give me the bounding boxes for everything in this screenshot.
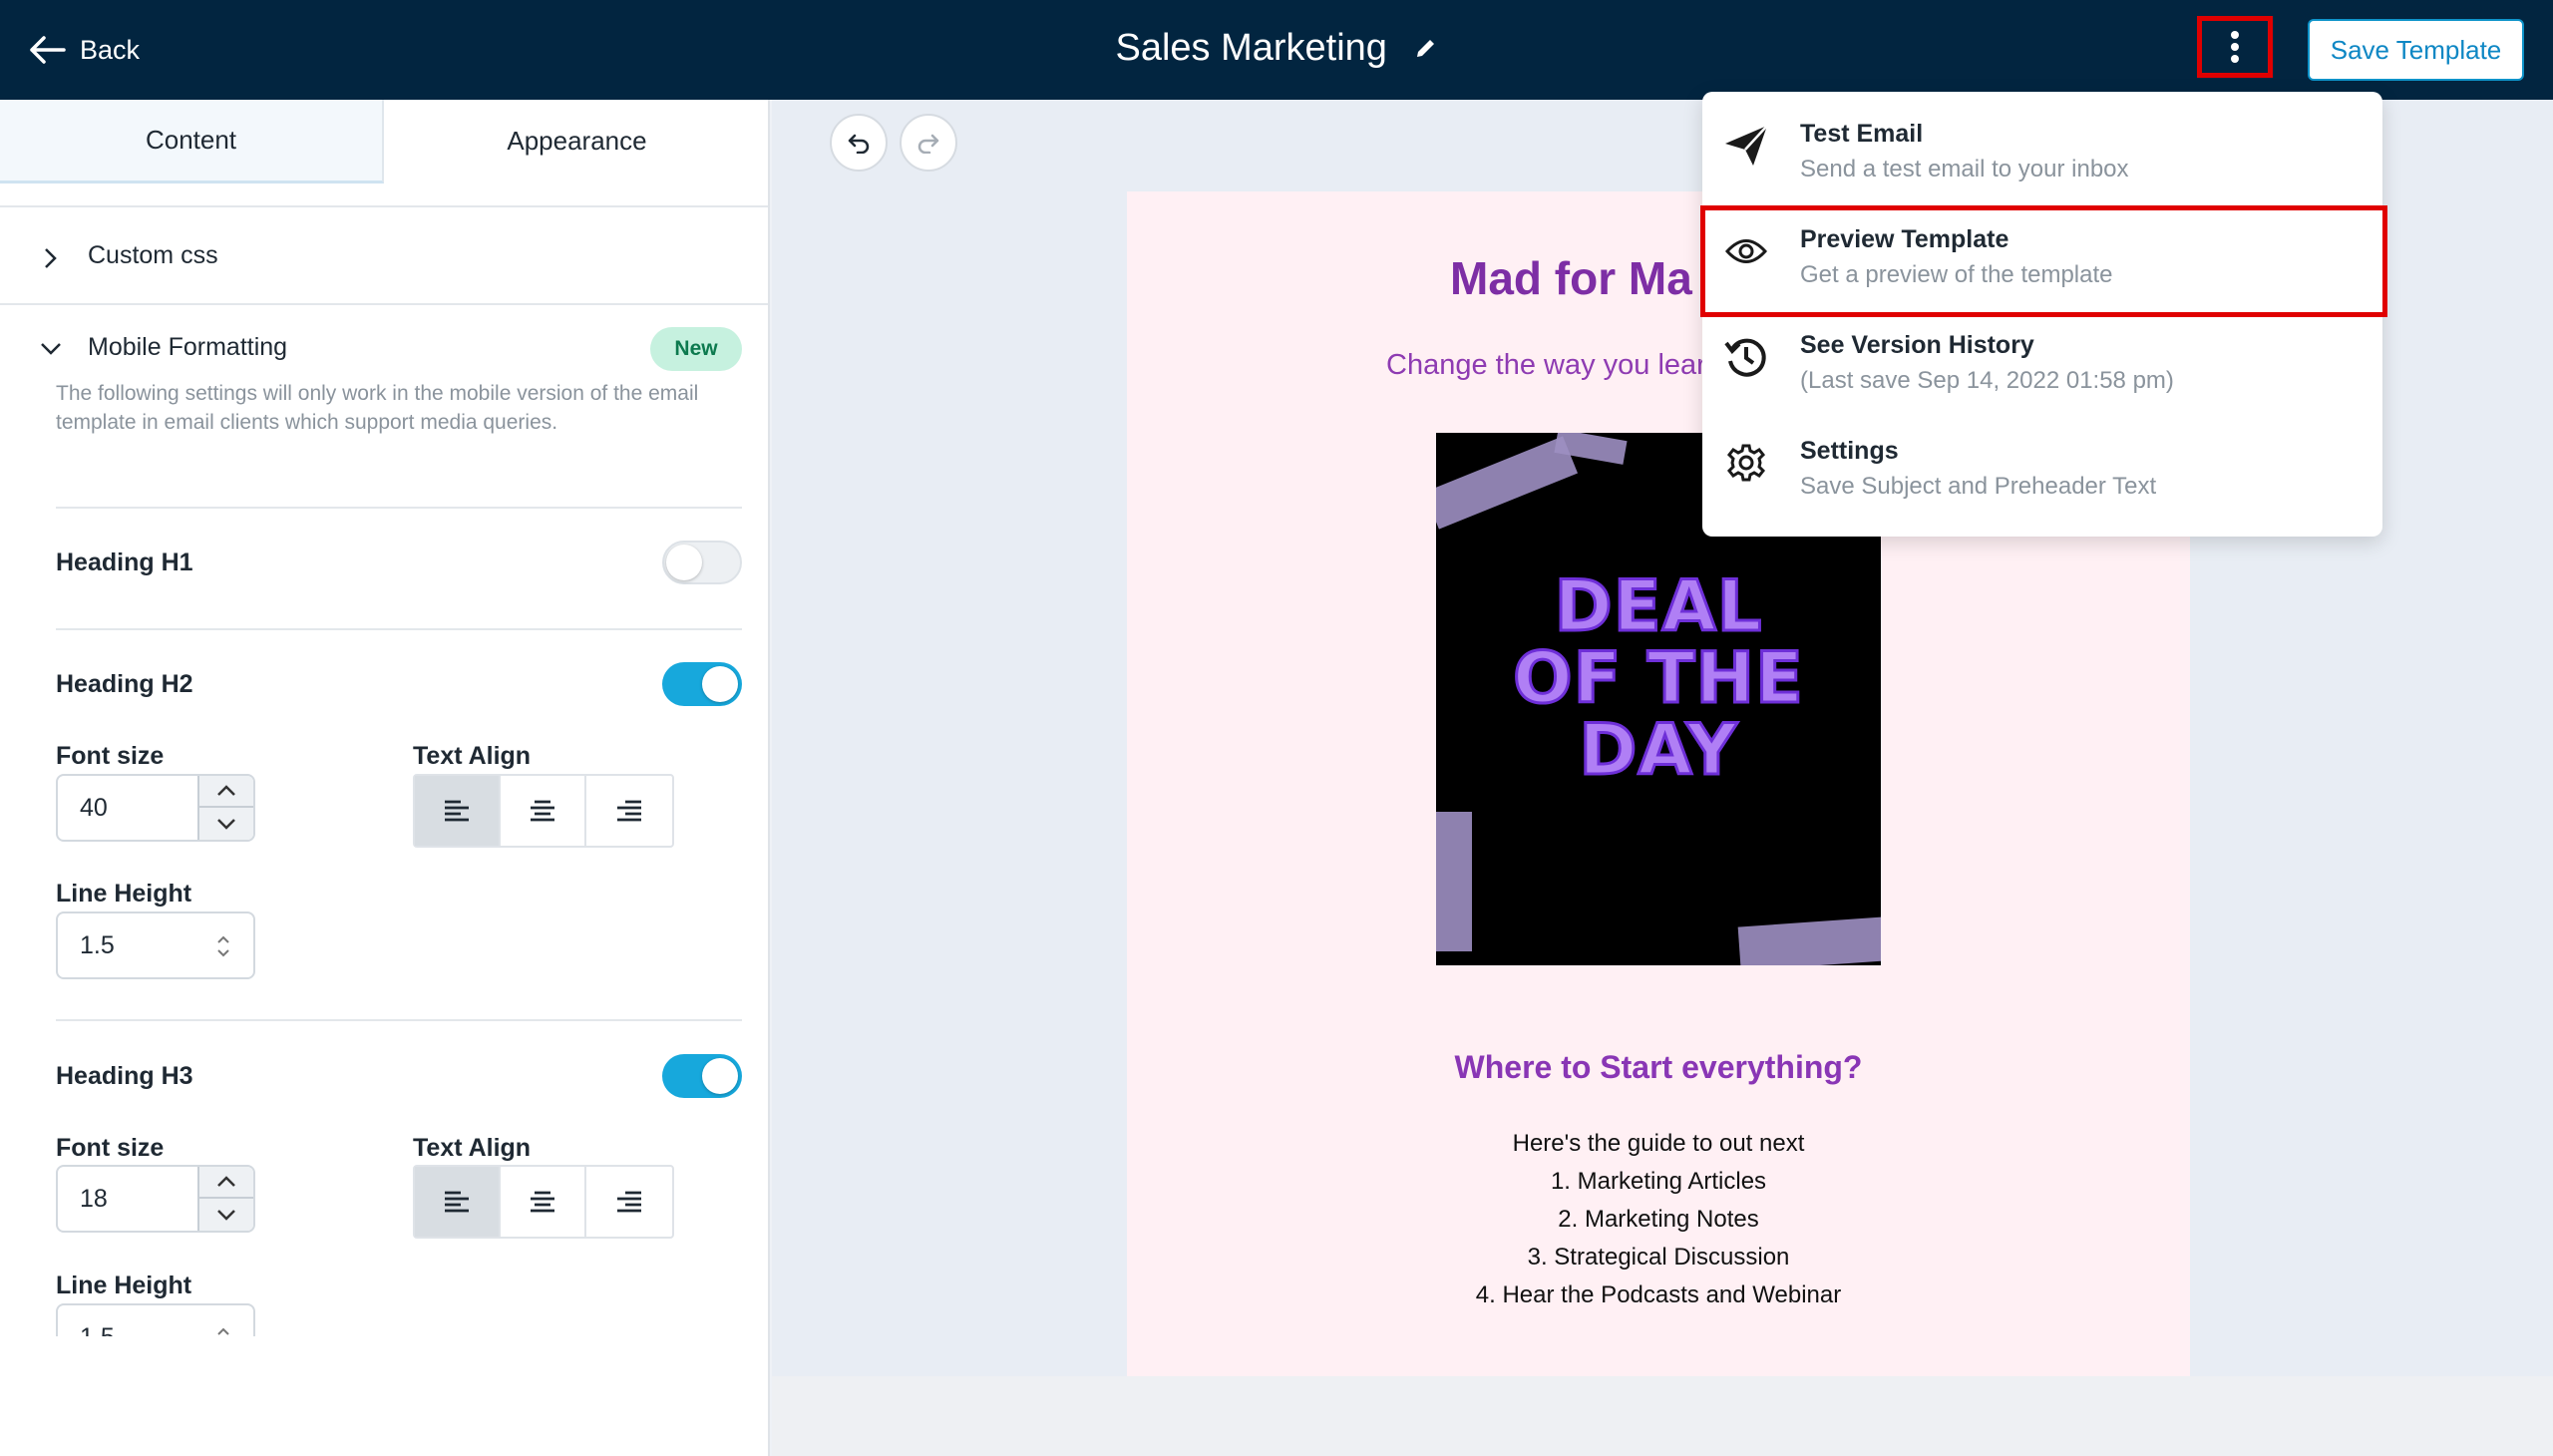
increment-button[interactable] xyxy=(199,1167,253,1199)
menu-item-version-history[interactable]: See Version History (Last save Sep 14, 2… xyxy=(1702,303,2382,409)
align-center-icon xyxy=(531,800,554,822)
redo-icon xyxy=(917,134,939,154)
deal-line-1: DEAL xyxy=(1553,565,1763,647)
mobile-formatting-description: The following settings will only work in… xyxy=(56,382,699,434)
h3-font-size-value[interactable]: 18 xyxy=(80,1185,108,1214)
email-heading[interactable]: Where to Start everything? xyxy=(1127,1049,2190,1086)
list-item: 1. Marketing Articles xyxy=(1550,1168,1767,1195)
more-options-button[interactable] xyxy=(2197,16,2273,78)
paper-plane-icon xyxy=(1722,122,1770,170)
menu-item-test-email[interactable]: Test Email Send a test email to your inb… xyxy=(1702,92,2382,197)
tape-decoration xyxy=(1436,812,1472,951)
heading-h1-toggle[interactable] xyxy=(662,541,742,584)
email-title[interactable]: Mad for Ma xyxy=(1450,251,1692,305)
h2-line-height-label: Line Height xyxy=(56,880,192,908)
menu-item-title: See Version History xyxy=(1800,331,2034,359)
redo-button[interactable] xyxy=(900,114,957,172)
email-list[interactable]: Here's the guide to out next 1. Marketin… xyxy=(1127,1125,2190,1314)
h3-text-align-group xyxy=(413,1165,674,1239)
custom-css-section[interactable]: Custom css xyxy=(0,209,768,305)
h3-font-size-label: Font size xyxy=(56,1134,165,1162)
canvas-footer xyxy=(772,1376,2553,1456)
undo-button[interactable] xyxy=(830,114,888,172)
email-subtitle[interactable]: Change the way you lear xyxy=(1386,349,1706,382)
custom-css-label: Custom css xyxy=(88,241,218,269)
chevron-down-icon[interactable] xyxy=(38,339,64,359)
heading-h2-toggle[interactable] xyxy=(662,662,742,706)
tape-decoration xyxy=(1737,915,1881,965)
heading-h3-label: Heading H3 xyxy=(56,1062,193,1090)
chevron-up-icon xyxy=(217,785,235,796)
h2-text-align-label: Text Align xyxy=(413,742,532,770)
list-item: 3. Strategical Discussion xyxy=(1527,1244,1790,1271)
heading-h2-label: Heading H2 xyxy=(56,670,193,698)
align-right-icon xyxy=(617,1191,641,1213)
align-right-icon xyxy=(617,800,641,822)
top-bar: Back Sales Marketing Save Template xyxy=(0,0,2553,100)
increment-button[interactable] xyxy=(199,776,253,808)
h3-text-align-label: Text Align xyxy=(413,1134,532,1162)
h3-line-height-label: Line Height xyxy=(56,1272,192,1299)
chevron-up-icon xyxy=(217,1176,235,1187)
edit-title-icon[interactable] xyxy=(1414,27,1438,70)
undo-icon xyxy=(848,134,870,154)
h2-line-height-input[interactable]: 1.5 xyxy=(56,911,255,979)
list-intro: Here's the guide to out next xyxy=(1512,1130,1805,1157)
template-title-wrap: Sales Marketing xyxy=(0,26,2553,70)
menu-item-subtitle: Save Subject and Preheader Text xyxy=(1800,473,2157,500)
h3-line-height-input[interactable]: 1.5 xyxy=(56,1303,255,1336)
spinner-icon[interactable] xyxy=(215,933,231,959)
tab-appearance[interactable]: Appearance xyxy=(385,100,768,182)
menu-item-subtitle: (Last save Sep 14, 2022 01:58 pm) xyxy=(1800,367,2174,394)
menu-item-title: Settings xyxy=(1800,437,1899,465)
h2-text-align-group xyxy=(413,774,674,848)
tab-content[interactable]: Content xyxy=(0,100,384,183)
h3-font-size-stepper[interactable]: 18 xyxy=(56,1165,255,1233)
divider xyxy=(56,507,742,509)
h3-line-height-value[interactable]: 1.5 xyxy=(80,1323,115,1336)
menu-item-settings[interactable]: Settings Save Subject and Preheader Text xyxy=(1702,409,2382,515)
divider xyxy=(56,628,742,630)
align-center-button[interactable] xyxy=(501,1167,586,1237)
heading-h1-label: Heading H1 xyxy=(56,548,193,576)
h2-font-size-value[interactable]: 40 xyxy=(80,794,108,823)
history-icon xyxy=(1722,333,1770,381)
align-left-icon xyxy=(445,800,469,822)
spinner-icon[interactable] xyxy=(215,1325,231,1336)
deal-line-2: OF THE xyxy=(1512,637,1805,719)
align-left-button[interactable] xyxy=(415,776,501,846)
save-template-button[interactable]: Save Template xyxy=(2308,19,2524,81)
heading-h3-toggle[interactable] xyxy=(662,1054,742,1098)
menu-item-title: Test Email xyxy=(1800,120,1924,148)
preview-template-highlight xyxy=(1700,205,2387,317)
chevron-right-icon xyxy=(45,248,57,268)
deal-line-3: DAY xyxy=(1578,709,1738,791)
settings-panel: Content Appearance Custom css Mobile For… xyxy=(0,100,770,1456)
h3-line-height-clip: 1.5 xyxy=(0,1301,768,1336)
chevron-down-icon xyxy=(217,1210,235,1221)
new-badge: New xyxy=(650,327,742,371)
align-right-button[interactable] xyxy=(586,776,672,846)
template-title: Sales Marketing xyxy=(1115,27,1387,70)
h2-font-size-label: Font size xyxy=(56,742,165,770)
menu-item-subtitle: Send a test email to your inbox xyxy=(1800,156,2129,182)
mobile-formatting-label[interactable]: Mobile Formatting xyxy=(88,333,287,362)
kebab-icon xyxy=(2231,31,2239,63)
h2-font-size-stepper[interactable]: 40 xyxy=(56,774,255,842)
decrement-button[interactable] xyxy=(199,808,253,840)
align-center-icon xyxy=(531,1191,554,1213)
panel-tabs: Content Appearance xyxy=(0,100,768,207)
align-left-icon xyxy=(445,1191,469,1213)
deal-image-text: DEAL OF THE DAY xyxy=(1436,565,1881,791)
align-right-button[interactable] xyxy=(586,1167,672,1237)
align-center-button[interactable] xyxy=(501,776,586,846)
decrement-button[interactable] xyxy=(199,1199,253,1231)
list-item: 4. Hear the Podcasts and Webinar xyxy=(1475,1281,1842,1308)
h2-line-height-value[interactable]: 1.5 xyxy=(80,931,115,960)
chevron-down-icon xyxy=(217,819,235,830)
gear-icon xyxy=(1722,439,1770,487)
divider xyxy=(56,1019,742,1021)
align-left-button[interactable] xyxy=(415,1167,501,1237)
list-item: 2. Marketing Notes xyxy=(1558,1206,1759,1233)
